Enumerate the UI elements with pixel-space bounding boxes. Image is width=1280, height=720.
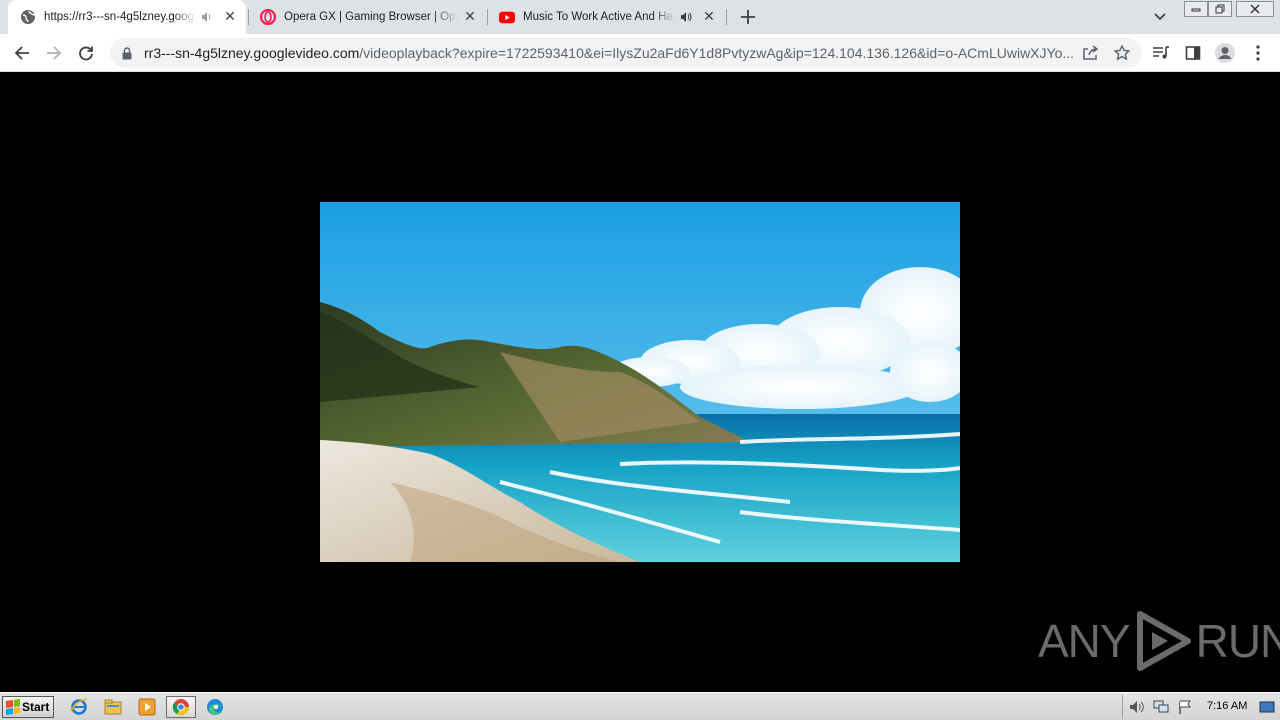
speaker-icon[interactable]: [679, 10, 693, 24]
video-player[interactable]: [320, 202, 960, 562]
browser-toolbar: rr3---sn-4g5lzney.googlevideo.com/videop…: [0, 34, 1280, 72]
restore-button[interactable]: [1208, 1, 1232, 17]
show-desktop-icon[interactable]: [1259, 699, 1275, 715]
network-icon[interactable]: [1153, 699, 1169, 715]
speaker-icon[interactable]: [200, 10, 214, 24]
tab-separator: [726, 9, 727, 25]
watermark-right-text: RUN: [1195, 615, 1280, 667]
play-logo-icon: [1136, 611, 1191, 671]
tab-title: Music To Work Active And Happy: [523, 11, 675, 23]
share-icon[interactable]: [1080, 43, 1100, 63]
url-text[interactable]: rr3---sn-4g5lzney.googlevideo.com/videop…: [144, 45, 1074, 61]
clock[interactable]: 7:16 AM: [1207, 700, 1247, 712]
tab-videoplayback[interactable]: https://rr3---sn-4g5lzney.googlevideo.co…: [8, 0, 246, 34]
kebab-menu-icon[interactable]: [1244, 39, 1272, 67]
internet-explorer-icon[interactable]: [66, 696, 92, 718]
tab-opera-gx[interactable]: Opera GX | Gaming Browser | Opera ✕: [248, 0, 486, 34]
back-button[interactable]: [8, 39, 36, 67]
tab-search-chevron-icon[interactable]: [1150, 7, 1170, 27]
tab-close-icon[interactable]: ✕: [462, 9, 478, 25]
tab-close-icon[interactable]: ✕: [222, 9, 238, 25]
url-path: /videoplayback?expire=1722593410&ei=Ilys…: [359, 45, 1074, 61]
media-controls-icon[interactable]: [1147, 39, 1175, 67]
youtube-icon: [499, 9, 515, 25]
start-label: Start: [22, 700, 50, 714]
media-player-icon[interactable]: [134, 696, 160, 718]
opera-logo-icon: [260, 9, 276, 25]
profile-avatar[interactable]: [1211, 39, 1239, 67]
windows-logo-icon: [6, 699, 20, 715]
edge-icon[interactable]: [202, 696, 228, 718]
tab-strip: https://rr3---sn-4g5lzney.googlevideo.co…: [0, 0, 1280, 34]
reload-button[interactable]: [72, 39, 100, 67]
beach-video-frame: [320, 202, 960, 562]
lock-icon[interactable]: [120, 46, 134, 60]
forward-button[interactable]: [40, 39, 68, 67]
globe-icon: [20, 9, 36, 25]
url-host: rr3---sn-4g5lzney.googlevideo.com: [144, 45, 360, 61]
action-center-flag-icon[interactable]: [1177, 699, 1193, 715]
windows-taskbar: Start 7:16 AM: [0, 692, 1280, 720]
file-explorer-icon[interactable]: [100, 696, 126, 718]
anyrun-watermark: ANY RUN: [1038, 610, 1280, 672]
new-tab-button[interactable]: [736, 5, 760, 29]
bookmark-star-icon[interactable]: [1112, 43, 1132, 63]
chrome-taskbar-icon[interactable]: [166, 696, 196, 718]
minimize-button[interactable]: [1184, 1, 1208, 17]
start-button[interactable]: Start: [2, 696, 54, 718]
watermark-left-text: ANY: [1038, 615, 1131, 667]
system-tray: 7:16 AM: [1122, 695, 1278, 719]
volume-icon[interactable]: [1129, 699, 1145, 715]
tab-close-icon[interactable]: ✕: [701, 9, 717, 25]
side-panel-icon[interactable]: [1179, 39, 1207, 67]
address-bar[interactable]: rr3---sn-4g5lzney.googlevideo.com/videop…: [110, 38, 1142, 68]
close-window-button[interactable]: [1236, 1, 1274, 17]
tab-youtube-music[interactable]: Music To Work Active And Happy ✕: [487, 0, 725, 34]
tab-title: Opera GX | Gaming Browser | Opera: [284, 11, 458, 23]
tab-title: https://rr3---sn-4g5lzney.googlevideo.co…: [44, 11, 196, 23]
page-content: ANY RUN: [0, 72, 1280, 692]
